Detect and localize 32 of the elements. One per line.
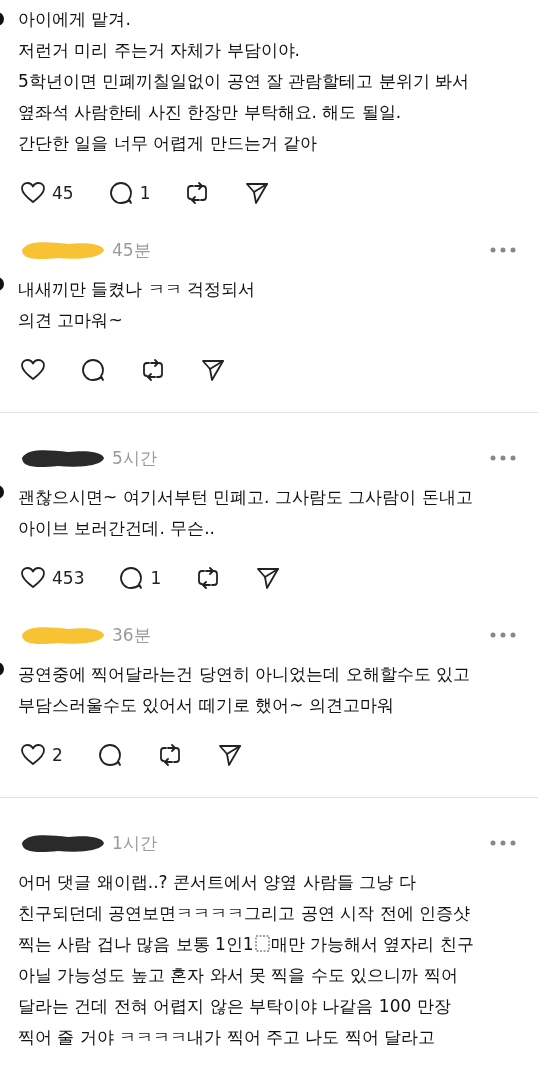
- timestamp: 45분: [112, 238, 151, 262]
- timestamp: 1시간: [112, 831, 157, 855]
- heart-icon[interactable]: [20, 742, 46, 768]
- comment-icon[interactable]: [80, 357, 106, 383]
- send-icon[interactable]: [255, 565, 282, 591]
- more-icon[interactable]: [490, 840, 516, 846]
- more-icon[interactable]: [490, 455, 516, 461]
- heart-icon[interactable]: [20, 357, 46, 383]
- comment-text: 괜찮으시면~ 여기서부턴 민폐고. 그사람도 그사람이 돈내고 아이브 보러간건데. 무슨..: [18, 486, 474, 540]
- send-icon[interactable]: [244, 180, 271, 206]
- like-count: 2: [52, 745, 63, 765]
- send-icon[interactable]: [200, 357, 226, 383]
- send-icon[interactable]: [216, 742, 243, 768]
- comment-text: 아이에게 맡겨. 저런거 미리 주는거 자체가 부담이야. 5학년이면 민폐끼칠일없이 공연 잘 관람할테고 분위기 봐서 옆좌석 사람한테 사진 한장만 부탁해요. 해도 될일. 간단한 일을 너무 어렵게 만드는거 같아: [18, 8, 471, 155]
- comment-text: 공연중에 찍어달라는건 당연히 아니었는데 오해할수도 있고 부담스러울수도 있어서 떼기로 했어~ 의견고마워: [18, 663, 472, 717]
- reply-count: 1: [139, 183, 151, 203]
- object-placeholder-icon: [254, 935, 270, 952]
- comment-icon[interactable]: [107, 180, 134, 206]
- like-count: 453: [52, 568, 85, 588]
- heart-icon[interactable]: [20, 180, 46, 206]
- reply-count: 1: [150, 568, 162, 588]
- heart-icon[interactable]: [20, 565, 46, 591]
- timestamp: 36분: [112, 623, 151, 647]
- comment-text: 어머 댓글 왜이랩..? 콘서트에서 양옆 사람들 그냥 다 친구되던데 공연보면ㅋㅋㅋㅋ그리고 공연 시작 전에 인증샷 찍는 사람 겁나 많음 보통 1인1 매만 가능해서 옆자리 친구 아닐 가능성도 높고 혼자 와서 못 찍을 수도 있으니까 찍어 달라는 건데 전혀 어렵지 않은 부탁이야 나같음 100 만장 찍어 줄 거야 ㅋㅋㅋㅋ내가 찍어 주고 나도 찍어 달라고: [18, 871, 475, 1049]
- comment-text: 내새끼만 들켰나 ㅋㅋ 걱정되서 의견 고마워~: [18, 278, 257, 332]
- comment-icon[interactable]: [96, 742, 123, 768]
- like-count: 45: [52, 183, 74, 203]
- more-icon[interactable]: [490, 632, 516, 638]
- repost-icon[interactable]: [140, 357, 166, 383]
- timestamp: 5시간: [112, 446, 157, 470]
- comment-icon[interactable]: [118, 565, 145, 591]
- more-icon[interactable]: [490, 247, 516, 253]
